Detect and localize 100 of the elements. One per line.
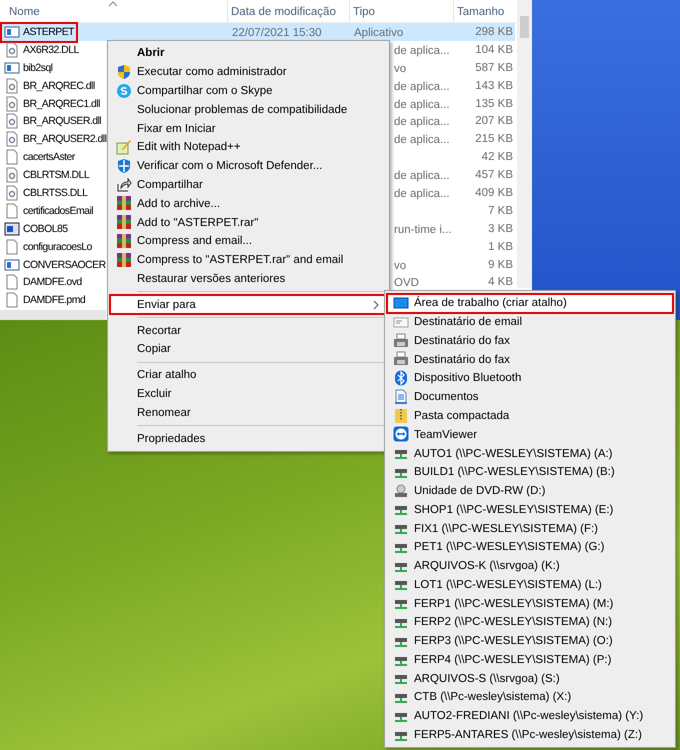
file-name[interactable]: CBLRTSS.DLL xyxy=(2,184,90,202)
menu-item[interactable]: Unidade de DVD-RW (D:) xyxy=(387,482,673,500)
monitor-icon xyxy=(393,295,409,311)
selected-file-row[interactable]: ASTERPET 22/07/2021 15:30 Aplicativo 298 KB xyxy=(2,23,515,41)
menu-item[interactable]: Executar como administrador xyxy=(110,62,387,82)
menu-item[interactable]: Dispositivo Bluetooth xyxy=(387,369,673,388)
type-cell-text: de aplica... xyxy=(393,116,450,128)
menu-item[interactable]: Destinatário do fax xyxy=(387,332,673,350)
menu-item[interactable]: Solucionar problemas de compatibilidade xyxy=(110,100,387,120)
column-header[interactable]: Nome xyxy=(6,0,228,22)
menu-item[interactable]: CTB (\\Pc-wesley\sistema) (X:) xyxy=(387,688,673,707)
menu-item[interactable]: Documentos xyxy=(387,388,673,407)
menu-item[interactable]: Propriedades xyxy=(110,429,387,448)
menu-item[interactable]: Add to "ASTERPET.rar" xyxy=(110,213,387,232)
size-cell-text: 143 KB xyxy=(474,80,513,92)
menu-item[interactable]: BUILD1 (\\PC-WESLEY\SISTEMA) (B:) xyxy=(387,462,673,482)
file-name[interactable]: certificadosEmail xyxy=(2,202,96,220)
books-stack-icon xyxy=(116,252,132,268)
vertical-scrollbar[interactable] xyxy=(517,0,532,288)
gear-file-icon xyxy=(4,167,20,184)
fax-machine-icon xyxy=(393,351,409,368)
zipped-folder-icon xyxy=(393,408,409,424)
menu-item[interactable]: Compress and email... xyxy=(110,232,387,251)
menu-item[interactable]: FERP5-ANTARES (\\Pc-wesley\sistema) (Z:) xyxy=(387,726,673,744)
menu-item[interactable]: Destinatário do fax xyxy=(387,350,673,370)
menu-item[interactable]: Excluir xyxy=(110,384,387,404)
menu-item[interactable]: SHOP1 (\\PC-WESLEY\SISTEMA) (E:) xyxy=(387,500,673,520)
menu-item[interactable]: ARQUIVOS-S (\\srvgoa) (S:) xyxy=(387,669,673,688)
column-header[interactable]: Tipo xyxy=(350,0,454,22)
menu-item[interactable]: AUTO2-FREDIANI (\\Pc-wesley\sistema) (Y:) xyxy=(387,706,673,726)
bluetooth-icon xyxy=(393,370,409,386)
menu-item[interactable]: Renomear xyxy=(110,403,387,422)
menu-item[interactable]: Criar atalho xyxy=(110,366,387,385)
shield-icon xyxy=(116,158,132,174)
size-cell-text: 135 KB xyxy=(474,98,513,110)
file-name[interactable]: BR_ARQUSER2.dll xyxy=(2,130,108,148)
menu-item[interactable]: Destinatário de email xyxy=(387,312,673,332)
file-name[interactable]: DAMDFE.pmd xyxy=(2,292,88,309)
size-cell-text: 207 KB xyxy=(474,115,513,128)
menu-item[interactable]: Área de trabalho (criar atalho) xyxy=(387,294,673,313)
menu-item[interactable]: Verificar com o Microsoft Defender... xyxy=(110,156,387,176)
gear-file-icon xyxy=(4,185,20,202)
books-stack-icon xyxy=(116,195,132,212)
menu-item[interactable]: FERP1 (\\PC-WESLEY\SISTEMA) (M:) xyxy=(387,594,673,614)
file-icon xyxy=(4,202,20,219)
file-name[interactable]: configuracoesLo xyxy=(2,238,94,256)
menu-item[interactable]: LOT1 (\\PC-WESLEY\SISTEMA) (L:) xyxy=(387,575,673,594)
file-name[interactable]: BR_ARQREC.dll xyxy=(2,77,97,94)
menu-item[interactable]: Enviar para xyxy=(110,295,387,314)
application-icon xyxy=(4,60,20,76)
file-name[interactable]: COBOL85 xyxy=(2,220,70,238)
size-cell-text: 215 KB xyxy=(474,133,513,146)
menu-item[interactable]: Restaurar versões anteriores xyxy=(110,270,387,288)
size-cell-text: 4 KB xyxy=(487,276,513,288)
date-cell-text: 22/07/2021 15:30 xyxy=(231,27,322,39)
column-header[interactable]: Data de modificação xyxy=(228,0,350,22)
menu-item[interactable]: Abrir xyxy=(110,44,387,63)
file-icon xyxy=(4,274,20,290)
size-cell-text: 457 KB xyxy=(474,169,513,182)
books-stack-icon xyxy=(116,214,132,230)
file-name[interactable]: CONVERSAOCER xyxy=(2,256,108,274)
menu-item[interactable]: Pasta compactada xyxy=(387,406,673,426)
file-name[interactable]: cacertsAster xyxy=(2,148,77,166)
menu-item[interactable]: FIX1 (\\PC-WESLEY\SISTEMA) (F:) xyxy=(387,519,673,538)
file-name[interactable]: DAMDFE.ovd xyxy=(2,274,84,291)
gear-file-icon xyxy=(4,42,20,58)
menu-item[interactable]: PET1 (\\PC-WESLEY\SISTEMA) (G:) xyxy=(387,538,673,557)
menu-item[interactable]: TeamViewer xyxy=(387,425,673,444)
menu-item[interactable]: FERP3 (\\PC-WESLEY\SISTEMA) (O:) xyxy=(387,632,673,651)
size-cell-text: 1 KB xyxy=(487,240,513,253)
menu-item[interactable]: AUTO1 (\\PC-WESLEY\SISTEMA) (A:) xyxy=(387,444,673,463)
type-cell-text: de aplica... xyxy=(393,188,450,200)
menu-item[interactable]: Edit with Notepad++ xyxy=(110,138,387,157)
menu-item[interactable]: Compress to "ASTERPET.rar" and email xyxy=(110,250,387,270)
type-cell-text: de aplica... xyxy=(393,98,450,111)
share-icon xyxy=(116,176,132,193)
menu-item[interactable]: Copiar xyxy=(110,340,387,359)
menu-item[interactable]: Compartilhar xyxy=(110,176,387,194)
file-name[interactable]: BR_ARQUSER.dll xyxy=(2,112,104,130)
file-name[interactable]: bib2sql xyxy=(2,59,54,76)
menu-item[interactable]: Recortar xyxy=(110,321,387,340)
menu-item[interactable]: ARQUIVOS-K (\\srvgoa) (K:) xyxy=(387,556,673,576)
menu-item[interactable]: Compartilhar com o Skype xyxy=(110,82,387,100)
file-name[interactable]: ASTERPET xyxy=(2,24,76,40)
horizontal-scrollbar[interactable] xyxy=(0,310,106,320)
gear-file-icon xyxy=(4,96,20,112)
menu-item[interactable]: FERP4 (\\PC-WESLEY\SISTEMA) (P:) xyxy=(387,650,673,670)
fax-machine-icon xyxy=(393,332,409,349)
file-name[interactable]: CBLRTSM.DLL xyxy=(2,166,92,184)
type-cell-text: de aplica... xyxy=(393,170,450,182)
size-cell-text: 587 KB xyxy=(474,62,513,74)
menu-item[interactable]: Fixar em Iniciar xyxy=(110,119,387,138)
file-name[interactable]: AX6R32.DLL xyxy=(2,41,81,58)
type-cell-text: de aplica... xyxy=(393,134,450,146)
file-name[interactable]: BR_ARQREC1.dll xyxy=(2,95,102,112)
menu-item[interactable]: FERP2 (\\PC-WESLEY\SISTEMA) (N:) xyxy=(387,613,673,632)
type-cell-text: OVD xyxy=(393,277,419,290)
gear-file-icon xyxy=(4,78,20,94)
menu-item[interactable]: Add to archive... xyxy=(110,194,387,214)
size-cell-text: 104 KB xyxy=(474,44,513,56)
